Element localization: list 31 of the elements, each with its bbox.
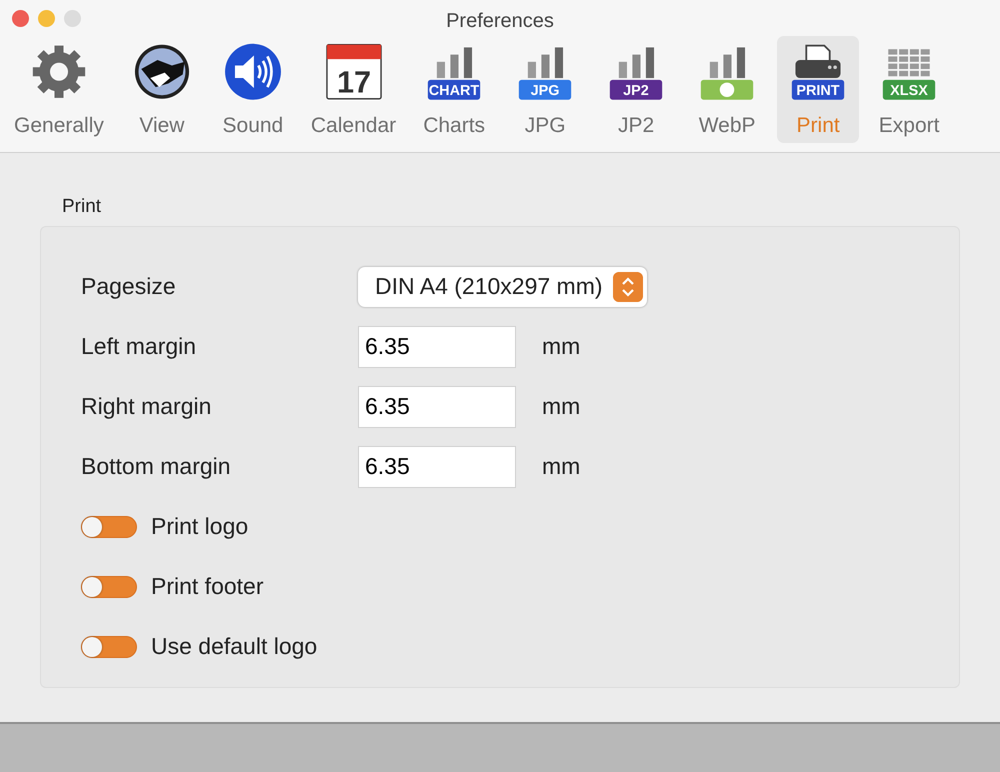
- toolbar-tab[interactable]: XLSX Export: [868, 36, 950, 143]
- field-label: Use default logo: [151, 632, 318, 662]
- margin-input[interactable]: 6.35: [358, 446, 516, 488]
- field-label: Print footer: [151, 572, 264, 602]
- unit-label: mm: [542, 332, 580, 362]
- section-title: Print: [62, 196, 102, 217]
- field-label: Bottom margin: [81, 452, 232, 482]
- field-label: Right margin: [81, 392, 212, 422]
- field-label: Left margin: [81, 332, 198, 362]
- field-label: Print logo: [151, 512, 248, 542]
- close-button[interactable]: [12, 10, 29, 27]
- toolbar-tab[interactable]: Sound: [212, 36, 294, 143]
- toolbar-tab[interactable]: Generally: [6, 36, 112, 143]
- toolbar-tab[interactable]: WebP: [686, 36, 768, 143]
- toolbar-tab[interactable]: 17 Calendar: [302, 36, 404, 143]
- pagesize-dropdown[interactable]: DIN A4 (210x297 mm): [358, 266, 647, 306]
- toolbar-tab[interactable]: CHART Charts: [413, 36, 496, 143]
- margin-input[interactable]: 6.35: [358, 386, 516, 428]
- field-label: Pagesize: [81, 272, 177, 302]
- updown-icon: [612, 272, 643, 302]
- toolbar-tab[interactable]: JPG JPG: [504, 36, 586, 143]
- toolbar-tab[interactable]: PRINT Print: [777, 36, 860, 143]
- toggle-switch[interactable]: [81, 576, 137, 598]
- toggle-switch[interactable]: [81, 516, 137, 538]
- margin-input[interactable]: 6.35: [358, 326, 516, 368]
- toolbar-tab[interactable]: JP2 JP2: [595, 36, 678, 143]
- unit-label: mm: [542, 452, 580, 482]
- unit-label: mm: [542, 392, 580, 422]
- toolbar-tab[interactable]: View: [120, 36, 203, 143]
- window-title: Preferences: [446, 9, 554, 34]
- toggle-switch[interactable]: [81, 636, 137, 658]
